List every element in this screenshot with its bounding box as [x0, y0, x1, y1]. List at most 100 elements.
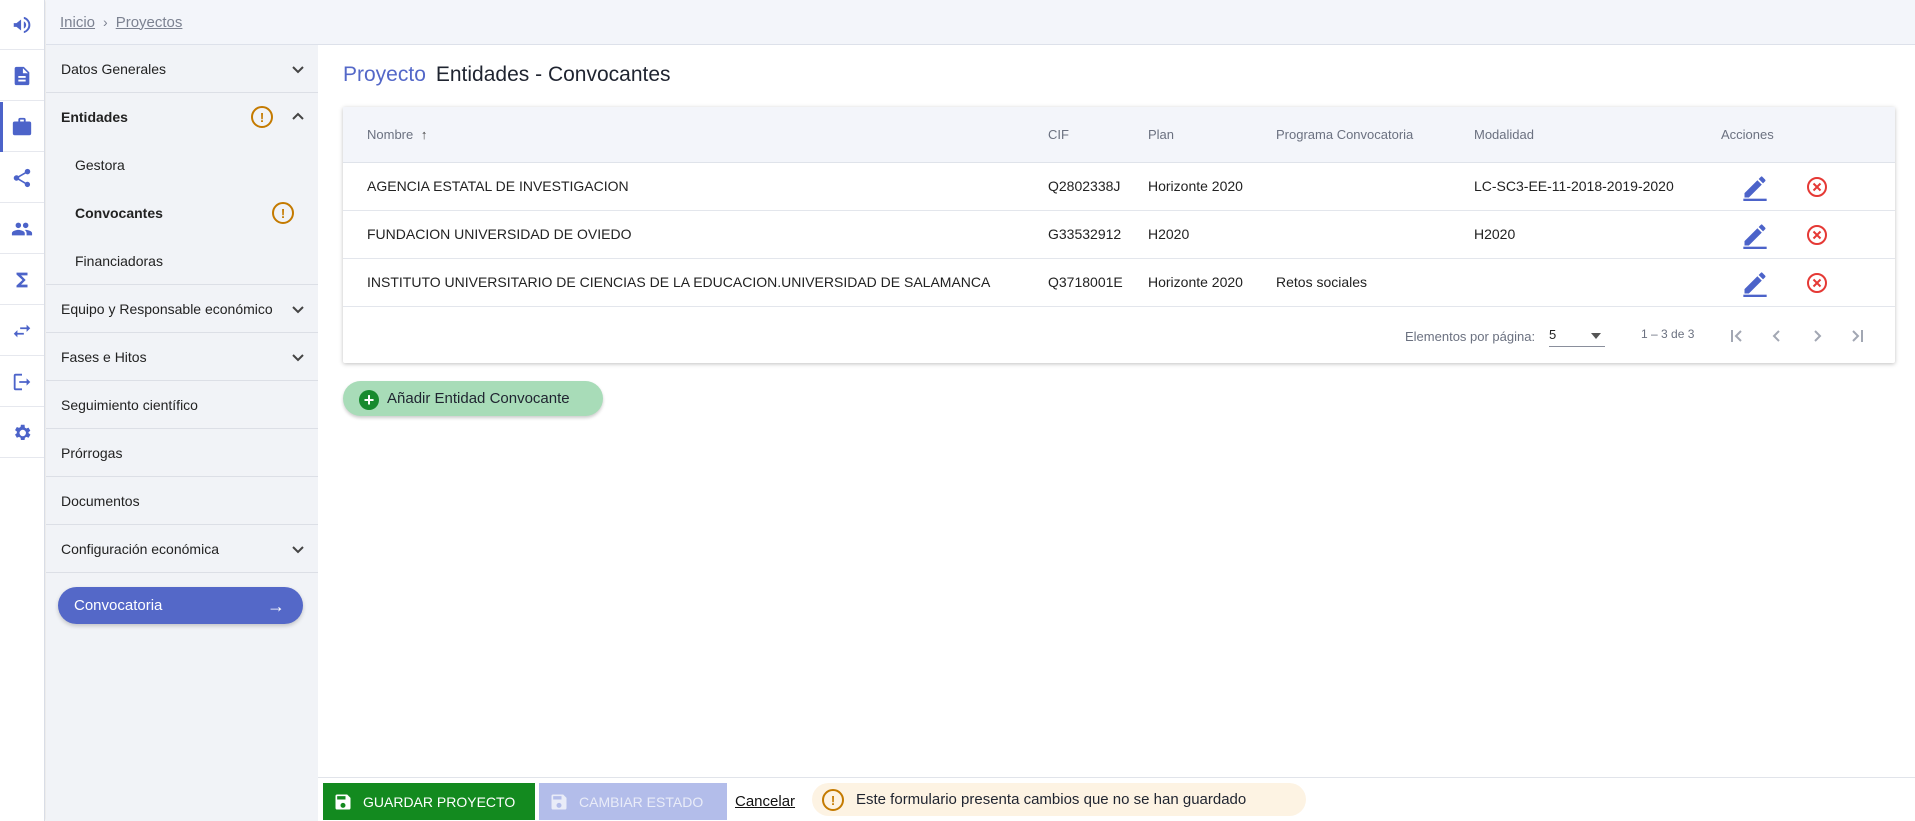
people-icon[interactable]: [0, 204, 44, 254]
breadcrumb: Inicio › Proyectos: [46, 0, 1915, 45]
previous-page-icon[interactable]: [1761, 321, 1793, 351]
convocatoria-label: Convocatoria: [74, 597, 163, 614]
unsaved-message: Este formulario presenta cambios que no …: [856, 791, 1247, 808]
header-cif: CIF: [1048, 127, 1069, 142]
cell-cif: G33532912: [1048, 226, 1122, 242]
logout-icon[interactable]: [0, 357, 44, 407]
sidebar-item-label: Entidades: [61, 109, 128, 125]
sidebar: Datos Generales Entidades ! Gestora Conv…: [46, 45, 318, 821]
paginator: Elementos por página: 5 1 – 3 de 3: [343, 307, 1895, 363]
sidebar-item-configuracion-economica[interactable]: Configuración económica: [46, 525, 318, 573]
cell-plan: Horizonte 2020: [1148, 178, 1243, 194]
entities-table: Nombre ↑ CIF Plan Programa Convocatoria …: [343, 107, 1895, 363]
caret-down-icon: [1591, 333, 1601, 339]
convocatoria-button[interactable]: Convocatoria →: [58, 587, 303, 624]
sidebar-item-label: Prórrogas: [61, 444, 123, 461]
cell-modalidad: H2020: [1474, 226, 1516, 242]
page-size-select[interactable]: 5: [1549, 327, 1605, 347]
warning-icon: !: [251, 106, 273, 128]
megaphone-icon[interactable]: [0, 0, 44, 50]
sidebar-item-label: Equipo y Responsable económico: [61, 300, 273, 317]
add-entidad-convocante-button[interactable]: + Añadir Entidad Convocante: [343, 381, 603, 416]
header-nombre[interactable]: Nombre ↑: [367, 127, 427, 142]
edit-icon[interactable]: [1740, 269, 1770, 297]
first-page-icon[interactable]: [1721, 321, 1753, 351]
sigma-icon[interactable]: [0, 255, 44, 305]
page-size-label: Elementos por página:: [1405, 329, 1536, 344]
page-size-value: 5: [1549, 327, 1557, 342]
sidebar-item-financiadoras[interactable]: Financiadoras: [46, 237, 318, 285]
page-range: 1 – 3 de 3: [1641, 327, 1695, 341]
last-page-icon[interactable]: [1841, 321, 1873, 351]
cell-nombre: INSTITUTO UNIVERSITARIO DE CIENCIAS DE L…: [367, 274, 991, 290]
save-icon: [551, 794, 567, 810]
cell-plan: H2020: [1148, 226, 1190, 242]
sidebar-item-label: Datos Generales: [61, 60, 167, 77]
sidebar-item-label: Gestora: [75, 157, 125, 173]
chevron-right-icon: ›: [103, 14, 108, 30]
header-acciones: Acciones: [1721, 127, 1774, 142]
header-plan: Plan: [1148, 127, 1175, 142]
page-title-text: Entidades - Convocantes: [435, 63, 671, 86]
delete-icon[interactable]: [1806, 272, 1828, 294]
save-button-label: GUARDAR PROYECTO: [363, 793, 516, 810]
arrow-up-icon: ↑: [420, 127, 428, 142]
table-row: INSTITUTO UNIVERSITARIO DE CIENCIAS DE L…: [343, 259, 1895, 307]
delete-icon[interactable]: [1806, 224, 1828, 246]
main-content: Proyecto Entidades - Convocantes Nombre …: [318, 45, 1915, 777]
sidebar-item-label: Documentos: [61, 492, 140, 509]
breadcrumb-proyectos[interactable]: Proyectos: [116, 14, 183, 31]
save-icon: [335, 794, 351, 810]
delete-icon[interactable]: [1806, 176, 1828, 198]
save-button[interactable]: GUARDAR PROYECTO: [323, 783, 535, 820]
sidebar-item-equipo[interactable]: Equipo y Responsable económico: [46, 285, 318, 333]
header-modalidad: Modalidad: [1474, 127, 1534, 142]
header-programa: Programa Convocatoria: [1276, 127, 1414, 142]
sidebar-item-fases-hitos[interactable]: Fases e Hitos: [46, 333, 318, 381]
table-header: Nombre ↑ CIF Plan Programa Convocatoria …: [343, 107, 1895, 163]
settings-icon[interactable]: [0, 408, 44, 458]
sidebar-item-label: Configuración económica: [61, 540, 219, 557]
cell-nombre: FUNDACION UNIVERSIDAD DE OVIEDO: [367, 226, 632, 242]
edit-icon[interactable]: [1740, 221, 1770, 249]
sidebar-item-label: Seguimiento científico: [61, 396, 198, 413]
chevron-down-icon: [290, 61, 306, 77]
breadcrumb-inicio[interactable]: Inicio: [60, 14, 95, 31]
transfer-icon[interactable]: [0, 306, 44, 356]
header-nombre-label: Nombre: [367, 127, 414, 142]
icon-rail: [0, 0, 45, 821]
sidebar-item-label: Fases e Hitos: [61, 348, 147, 365]
cell-modalidad: LC-SC3-EE-11-2018-2019-2020: [1474, 178, 1674, 194]
sidebar-item-documentos[interactable]: Documentos: [46, 477, 318, 525]
page-title: Proyecto Entidades - Convocantes: [343, 63, 671, 87]
document-icon[interactable]: [0, 51, 44, 101]
cancel-button[interactable]: Cancelar: [735, 793, 795, 810]
sidebar-item-seguimiento[interactable]: Seguimiento científico: [46, 381, 318, 429]
chevron-down-icon: [290, 541, 306, 557]
arrow-right-icon: →: [267, 596, 285, 616]
sidebar-item-label: Financiadoras: [75, 252, 163, 269]
warning-icon: !: [822, 789, 844, 811]
sidebar-item-prorrogas[interactable]: Prórrogas: [46, 429, 318, 477]
next-page-icon[interactable]: [1801, 321, 1833, 351]
change-state-button: CAMBIAR ESTADO: [539, 783, 727, 820]
share-icon[interactable]: [0, 153, 44, 203]
cell-programa: Retos sociales: [1276, 274, 1368, 290]
warning-icon: !: [272, 202, 294, 224]
edit-icon[interactable]: [1740, 173, 1770, 201]
chevron-down-icon: [290, 301, 306, 317]
cell-cif: Q3718001E: [1048, 274, 1123, 290]
chevron-up-icon: [290, 109, 306, 125]
add-button-label: Añadir Entidad Convocante: [387, 390, 570, 407]
add-circle-icon: +: [359, 390, 379, 410]
footer-actions: GUARDAR PROYECTO CAMBIAR ESTADO Cancelar…: [318, 777, 1915, 821]
sidebar-item-label: Convocantes: [75, 205, 163, 221]
sidebar-item-entidades[interactable]: Entidades !: [46, 93, 318, 141]
page-title-crumb: Proyecto: [343, 63, 426, 86]
table-row: FUNDACION UNIVERSIDAD DE OVIEDO G3353291…: [343, 211, 1895, 259]
sidebar-item-datos-generales[interactable]: Datos Generales: [46, 45, 318, 93]
briefcase-icon[interactable]: [0, 102, 44, 152]
sidebar-item-gestora[interactable]: Gestora: [46, 141, 318, 189]
cell-plan: Horizonte 2020: [1148, 274, 1243, 290]
sidebar-item-convocantes[interactable]: Convocantes !: [46, 189, 318, 237]
